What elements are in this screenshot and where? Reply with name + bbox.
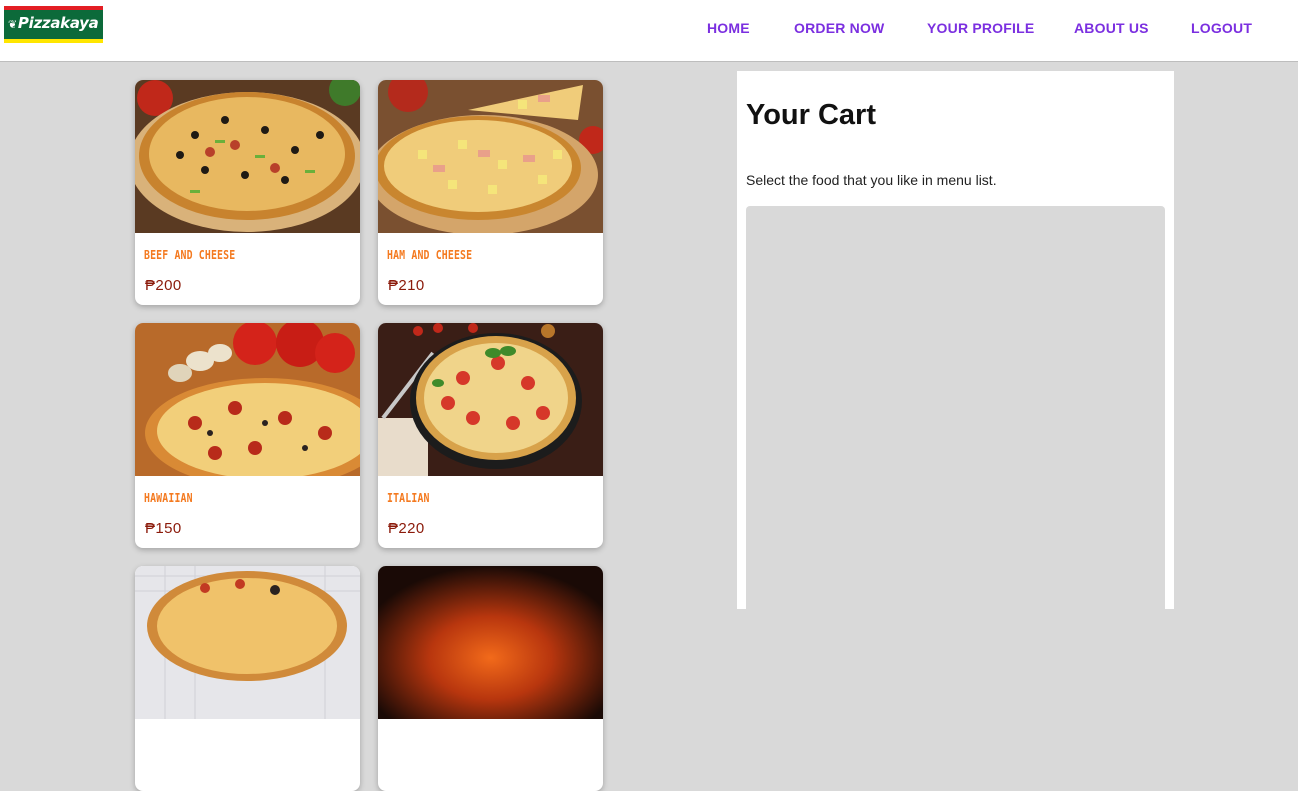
- menu-item-price: ₱220: [388, 520, 425, 537]
- cart-items-list[interactable]: [746, 206, 1165, 626]
- pizza-image: [378, 80, 603, 233]
- cart-panel: Your Cart Select the food that you like …: [737, 71, 1174, 626]
- pizza-image: [378, 323, 603, 476]
- menu-item-name: Italian: [387, 491, 430, 505]
- main-nav: HOME ORDER NOW YOUR PROFILE ABOUT US LOG…: [0, 20, 1298, 40]
- menu-item-hawaiian[interactable]: Hawaiian ₱150: [135, 323, 360, 548]
- menu-item-name: Beef and Cheese: [144, 248, 236, 262]
- nav-home[interactable]: HOME: [707, 20, 750, 36]
- nav-about-us[interactable]: ABOUT US: [1074, 20, 1149, 36]
- menu-item[interactable]: [378, 566, 603, 791]
- logo-red-stripe: [4, 6, 103, 10]
- pizza-image: [378, 566, 603, 719]
- menu-item-ham-and-cheese[interactable]: Ham and Cheese ₱210: [378, 80, 603, 305]
- nav-logout[interactable]: LOGOUT: [1191, 20, 1252, 36]
- menu-item-price: ₱210: [388, 277, 425, 294]
- cart-hint: Select the food that you like in menu li…: [746, 172, 997, 188]
- menu-item-italian[interactable]: Italian ₱220: [378, 323, 603, 548]
- nav-order-now[interactable]: ORDER NOW: [794, 20, 884, 36]
- menu-item-name: Hawaiian: [144, 491, 193, 505]
- menu-item-beef-and-cheese[interactable]: Beef and Cheese ₱200: [135, 80, 360, 305]
- menu-item-name: Ham and Cheese: [387, 248, 473, 262]
- cart-title: Your Cart: [746, 99, 876, 131]
- menu-item-price: ₱200: [145, 277, 182, 294]
- menu-item-price: ₱150: [145, 520, 182, 537]
- top-header: ❦Pizzakaya HOME ORDER NOW YOUR PROFILE A…: [0, 0, 1298, 62]
- pizza-image: [135, 323, 360, 476]
- pizza-image: [135, 566, 360, 719]
- menu-item[interactable]: [135, 566, 360, 791]
- pizza-image: [135, 80, 360, 233]
- nav-your-profile[interactable]: YOUR PROFILE: [927, 20, 1034, 36]
